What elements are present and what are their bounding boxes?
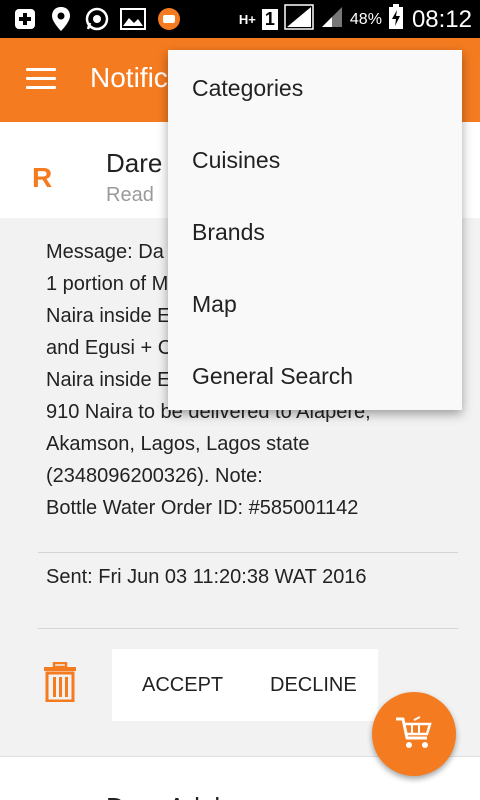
list-item-title: Dare Adebayo [106,792,271,800]
divider [38,552,458,553]
add-notification-icon [12,6,38,32]
menu-item-categories[interactable]: Categories [168,52,462,124]
options-menu: Categories Cuisines Brands Map General S… [168,50,462,410]
notification-status: Read [106,184,154,206]
notification-icons [12,6,182,32]
menu-item-brands[interactable]: Brands [168,196,462,268]
decline-button[interactable]: DECLINE [270,674,357,697]
cart-fab-button[interactable] [372,692,456,776]
message-line: Akamson, Lagos, Lagos state [46,433,310,455]
signal-strength-2-icon [320,5,344,34]
app-notification-icon [156,6,182,32]
sim-slot-label: 1 [261,9,278,30]
network-type-label: H+ [238,12,256,27]
whatsapp-icon [84,6,110,32]
battery-charging-icon [388,4,404,35]
battery-percent: 48% [349,10,382,28]
message-line: Bottle Water Order ID: #585001142 [46,497,359,519]
menu-item-general-search[interactable]: General Search [168,340,462,412]
menu-item-map[interactable]: Map [168,268,462,340]
signal-strength-icon [284,4,314,35]
sent-timestamp: Sent: Fri Jun 03 11:20:38 WAT 2016 [46,566,367,588]
image-icon [120,6,146,32]
cart-icon [396,716,432,748]
action-buttons: ACCEPT DECLINE [112,649,378,721]
notification-sender: Dare [106,148,163,178]
divider [38,628,458,629]
status-bar: H+ 1 48% 08:12 [0,0,480,38]
clock: 08:12 [411,5,472,33]
system-indicators: H+ 1 48% 08:12 [239,4,472,35]
message-line: (2348096200326). Note: [46,465,263,487]
accept-button[interactable]: ACCEPT [142,674,223,697]
hamburger-icon[interactable] [26,68,56,92]
avatar: R [32,162,53,193]
menu-item-cuisines[interactable]: Cuisines [168,124,462,196]
location-icon [48,6,74,32]
trash-icon[interactable] [42,661,78,703]
